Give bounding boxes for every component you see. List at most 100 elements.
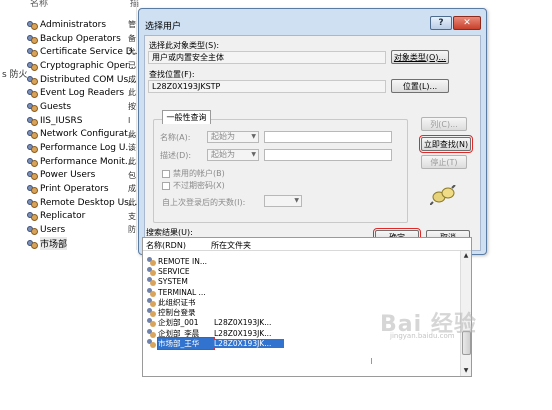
group-description: I [128, 115, 131, 125]
object-type-field: 用户或内置安全主体 [148, 51, 386, 64]
result-folder: L28Z0X193JK... [214, 339, 284, 349]
column-header-name[interactable]: 名称(RDN) [146, 240, 186, 251]
group-description: 此 [128, 197, 136, 207]
location-field: L28Z0X193JKSTP [148, 80, 386, 93]
group-list-item[interactable]: Certificate Service D... [27, 45, 137, 59]
group-list-item[interactable]: Backup Operators [27, 32, 137, 46]
group-icon [27, 129, 38, 140]
group-list-item[interactable]: Performance Log U... [27, 141, 137, 155]
group-icon [27, 34, 38, 44]
user-icon [147, 277, 156, 287]
group-label: Users [40, 225, 66, 236]
group-label: Power Users [40, 170, 96, 181]
group-icon [27, 75, 38, 85]
group-list-item[interactable]: Users [27, 223, 137, 237]
group-list-item[interactable]: Distributed COM Us... [27, 73, 137, 87]
user-icon [147, 318, 156, 328]
days-since-logon-select[interactable]: ▼ [264, 195, 302, 207]
column-header-folder[interactable]: 所在文件夹 [211, 240, 251, 251]
name-match-value: 起始为 [211, 132, 235, 141]
group-list-item[interactable]: Cryptographic Oper... [27, 59, 137, 73]
group-icon [27, 170, 38, 181]
group-list-item[interactable]: Network Configurat... [27, 128, 137, 142]
find-now-button-label: 立即查找(N) [423, 139, 469, 149]
result-folder: L28Z0X193JK... [214, 328, 272, 338]
results-row[interactable]: SYSTEM [143, 277, 461, 287]
group-list-item[interactable]: Remote Desktop Us... [27, 196, 137, 210]
object-types-button[interactable]: 对象类型(O)... [391, 50, 449, 64]
group-icon [27, 211, 38, 222]
group-description: 成 [128, 184, 136, 194]
object-types-button-label: 对象类型(O)... [393, 52, 447, 62]
group-icon [27, 157, 38, 167]
dialog-title: 选择用户 [145, 22, 182, 32]
results-row[interactable]: TERMINAL ... [143, 287, 461, 297]
find-now-button[interactable]: 立即查找(N) [419, 135, 473, 153]
bg-divider [371, 358, 372, 364]
result-name: 市场部_王华 [157, 337, 215, 351]
result-name: SYSTEM [158, 277, 188, 287]
group-description: 按 [128, 102, 136, 112]
locations-button[interactable]: 位置(L)... [391, 79, 449, 93]
help-button[interactable]: ? [430, 16, 452, 30]
stop-button[interactable]: 停止(T) [421, 155, 467, 169]
description-label: 描述(D): [160, 151, 192, 160]
group-label: Backup Operators [40, 33, 121, 44]
group-list-item[interactable]: Event Log Readers [27, 86, 137, 100]
scroll-up-icon[interactable]: ▲ [461, 251, 471, 261]
results-row[interactable]: REMOTE IN... [143, 256, 461, 266]
group-description: 成 [128, 74, 136, 84]
non-expiring-password-checkbox[interactable]: 不过期密码(X) [162, 180, 225, 191]
stop-button-label: 停止(T) [430, 157, 458, 167]
common-queries-panel: 一般性查询 名称(A): 起始为 ▼ 描述(D): 起始为 ▼ 禁用的帐户(B) 不… [153, 110, 408, 223]
chevron-down-icon: ▼ [251, 151, 256, 158]
description-input[interactable] [264, 149, 392, 161]
tab-common-queries[interactable]: 一般性查询 [162, 110, 211, 124]
user-icon [147, 328, 156, 338]
group-label: Replicator [40, 211, 86, 222]
group-icon [27, 239, 38, 249]
disabled-accounts-checkbox[interactable]: 禁用的帐户(B) [162, 168, 225, 179]
group-description: 备 [128, 33, 136, 43]
disabled-accounts-label: 禁用的帐户(B) [173, 169, 225, 178]
days-since-logon-label: 自上次登录后的天数(I): [162, 198, 246, 207]
group-icon [27, 47, 38, 58]
columns-button[interactable]: 列(C)... [421, 117, 467, 131]
group-icon [27, 198, 38, 208]
result-name: REMOTE IN... [158, 256, 208, 266]
group-label: Guests [40, 101, 72, 112]
result-name: SERVICE [158, 266, 190, 276]
scroll-down-icon[interactable]: ▼ [461, 366, 471, 376]
group-label: Network Configurat... [40, 129, 137, 140]
baidu-watermark-url: jingyan.baidu.com [390, 332, 455, 340]
close-button[interactable]: ✕ [453, 16, 481, 30]
user-icon [147, 297, 156, 307]
group-list-item[interactable]: Performance Monit... [27, 155, 137, 169]
non-expiring-password-label: 不过期密码(X) [173, 181, 225, 190]
group-list-item[interactable]: Power Users [27, 169, 137, 183]
group-list-item[interactable]: 市场部 [27, 237, 137, 251]
group-list-item[interactable]: IIS_IUSRS [27, 114, 137, 128]
group-list-item[interactable]: Guests [27, 100, 137, 114]
group-icon [27, 143, 38, 154]
object-type-label: 选择此对象类型(S): [149, 41, 220, 50]
name-match-select[interactable]: 起始为 ▼ [207, 131, 259, 143]
location-label: 查找位置(F): [149, 70, 195, 79]
results-header: 名称(RDN) 所在文件夹 [143, 238, 471, 251]
bg-column-name: 名称 [30, 0, 49, 9]
group-description: 支 [128, 211, 136, 221]
group-icon [27, 116, 38, 126]
group-label: Performance Log U... [40, 143, 134, 154]
group-label: Administrators [40, 19, 107, 30]
group-desc-column: 管备允已成此按I此该此包成此支防 [128, 18, 136, 251]
group-icon [27, 102, 38, 112]
user-icon [147, 256, 156, 266]
name-input[interactable] [264, 131, 392, 143]
group-list-item[interactable]: Replicator [27, 210, 137, 224]
group-list-item[interactable]: Administrators [27, 18, 137, 32]
group-list-item[interactable]: Print Operators [27, 182, 137, 196]
group-icon [27, 88, 38, 99]
description-match-select[interactable]: 起始为 ▼ [207, 149, 259, 161]
group-label: Performance Monit... [40, 156, 134, 167]
results-row[interactable]: SERVICE [143, 266, 461, 276]
